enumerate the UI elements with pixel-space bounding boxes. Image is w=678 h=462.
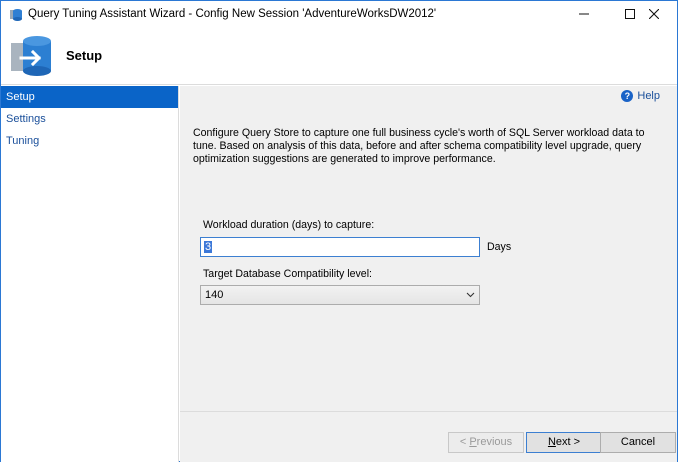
compat-level-value: 140 [205, 289, 224, 301]
duration-input[interactable]: 3 [200, 237, 480, 257]
duration-value: 3 [204, 241, 213, 253]
cancel-button[interactable]: Cancel [600, 432, 676, 453]
sql-database-icon [9, 7, 23, 21]
wizard-window: Query Tuning Assistant Wizard - Config N… [0, 0, 678, 462]
next-button[interactable]: Next > [526, 432, 602, 453]
duration-label: Workload duration (days) to capture: [203, 219, 375, 231]
setup-description: Configure Query Store to capture one ful… [193, 127, 645, 165]
chevron-down-icon [466, 286, 475, 311]
help-circle-icon: ? [621, 90, 634, 102]
compat-level-label: Target Database Compatibility level: [203, 268, 372, 280]
previous-prefix: < [459, 436, 470, 448]
database-arrow-icon [9, 33, 55, 79]
wizard-footer: < Previous Next > Cancel [180, 411, 677, 462]
help-link[interactable]: ? Help [621, 90, 660, 102]
title-bar[interactable]: Query Tuning Assistant Wizard - Config N… [1, 1, 677, 27]
page-title: Setup [66, 48, 103, 63]
window-title: Query Tuning Assistant Wizard - Config N… [28, 8, 437, 20]
next-accesskey: N [547, 436, 556, 448]
previous-button[interactable]: < Previous [448, 432, 524, 453]
sidebar-item-setup[interactable]: Setup [1, 86, 178, 108]
previous-accesskey: P [469, 436, 477, 448]
sidebar-item-settings[interactable]: Settings [1, 108, 178, 130]
previous-rest: revious [476, 436, 513, 448]
next-rest: ext > [555, 436, 581, 448]
content-panel: ? Help Configure Query Store to capture … [180, 86, 677, 426]
sidebar-item-tuning[interactable]: Tuning [1, 130, 178, 152]
duration-unit: Days [487, 241, 512, 253]
help-label: Help [637, 90, 660, 102]
wizard-sidebar: Setup Settings Tuning [1, 86, 179, 462]
minimize-button[interactable] [561, 1, 607, 27]
close-button[interactable] [631, 1, 677, 27]
header-banner: Setup [1, 27, 677, 85]
compat-level-select[interactable]: 140 [200, 285, 480, 305]
